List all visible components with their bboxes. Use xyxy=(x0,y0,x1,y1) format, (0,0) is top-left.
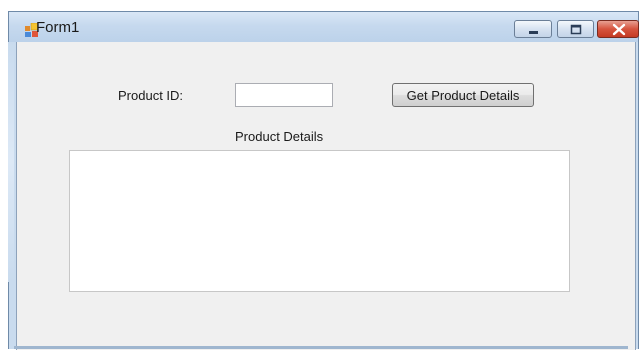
title-bar[interactable]: Form1 xyxy=(9,12,639,42)
product-details-textbox[interactable] xyxy=(69,150,570,292)
close-button[interactable] xyxy=(597,20,639,38)
maximize-icon xyxy=(570,24,582,35)
window-title: Form1 xyxy=(36,19,80,36)
maximize-button[interactable] xyxy=(557,20,594,38)
product-id-input[interactable] xyxy=(235,83,333,107)
close-icon xyxy=(612,23,626,36)
minimize-icon xyxy=(529,31,538,34)
product-id-label: Product ID: xyxy=(118,88,184,103)
product-details-label: Product Details xyxy=(235,129,324,144)
window-frame-accent xyxy=(8,42,14,282)
get-product-details-button[interactable]: Get Product Details xyxy=(392,83,534,107)
minimize-button[interactable] xyxy=(514,20,552,38)
